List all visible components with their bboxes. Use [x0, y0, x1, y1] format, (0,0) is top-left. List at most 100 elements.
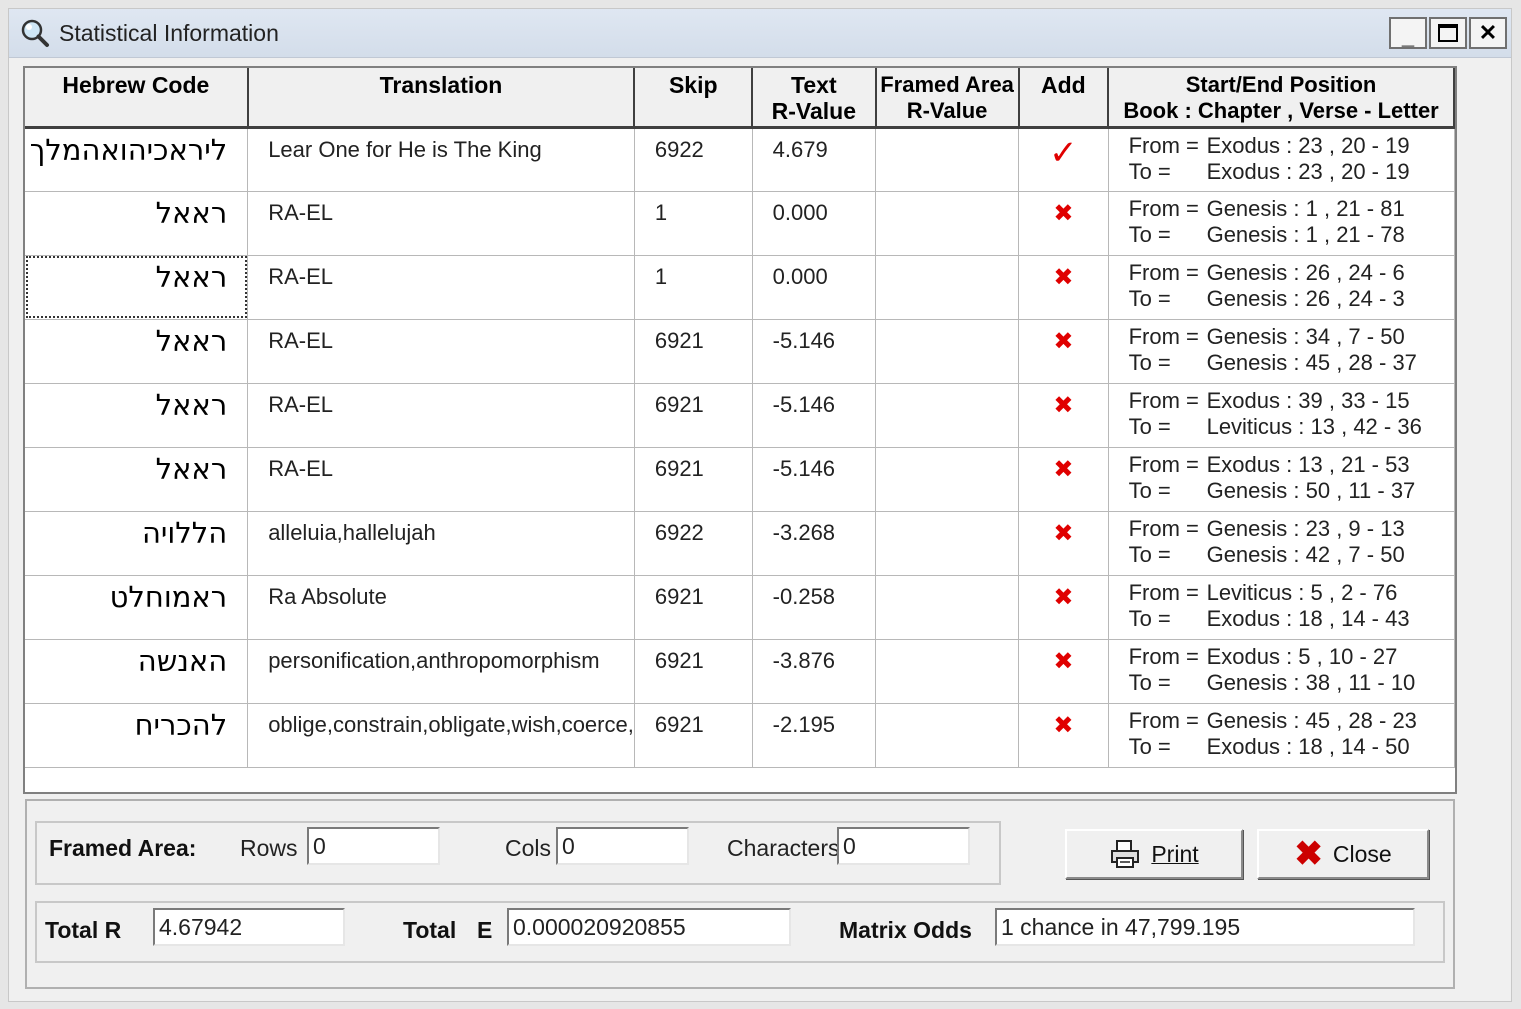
add-cell[interactable]: ✖ — [1018, 255, 1109, 320]
translation-cell[interactable]: alleluia,hallelujah — [247, 511, 635, 576]
framed-r-value-cell[interactable] — [875, 319, 1020, 384]
translation-cell[interactable]: Lear One for He is The King — [247, 127, 635, 192]
skip-cell[interactable]: 6921 — [634, 319, 753, 384]
position-cell[interactable]: From = Genesis : 23 , 9 - 13 To = Genesis :… — [1108, 511, 1455, 576]
position-cell[interactable]: From = Exodus : 39 , 33 - 15 To = Leviticus… — [1108, 383, 1455, 448]
skip-cell[interactable]: 6922 — [634, 511, 753, 576]
text-r-value-cell[interactable]: -5.146 — [752, 383, 877, 448]
hebrew-code-cell[interactable]: ראאל — [25, 319, 249, 384]
hebrew-code-cell[interactable]: ראאל — [25, 255, 249, 320]
matrix-odds-field[interactable]: 1 chance in 47,799.195 — [995, 908, 1415, 946]
col-header-framed-r-value[interactable]: Framed Area R-Value — [875, 68, 1020, 129]
add-cell[interactable]: ✖ — [1018, 703, 1109, 768]
table-row[interactable]: ראאל RA-EL 1 0.000 ✖ From = Genesis : 26 , 24 … — [25, 255, 1455, 320]
table-row[interactable]: ראאל RA-EL 6921 -5.146 ✖ From = Genesis : 34 ,… — [25, 319, 1455, 384]
add-cell[interactable]: ✖ — [1018, 191, 1109, 256]
col-header-add[interactable]: Add — [1018, 68, 1110, 129]
framed-r-value-cell[interactable] — [875, 191, 1020, 256]
position-cell[interactable]: From = Exodus : 23 , 20 - 19 To = Exodus : … — [1108, 127, 1455, 192]
position-cell[interactable]: From = Genesis : 34 , 7 - 50 To = Genesis :… — [1108, 319, 1455, 384]
skip-cell[interactable]: 6921 — [634, 447, 753, 512]
hebrew-code-cell[interactable]: ראאל — [25, 383, 249, 448]
framed-r-value-cell[interactable] — [875, 255, 1020, 320]
skip-cell[interactable]: 1 — [634, 255, 753, 320]
table-row[interactable]: ראמוחלט Ra Absolute 6921 -0.258 ✖ From = Levit… — [25, 575, 1455, 640]
translation-cell[interactable]: RA-EL — [247, 447, 635, 512]
position-cell[interactable]: From = Exodus : 13 , 21 - 53 To = Genesis :… — [1108, 447, 1455, 512]
close-button[interactable]: ✖ Close — [1257, 829, 1429, 879]
cross-icon[interactable]: ✖ — [1053, 328, 1073, 355]
col-header-translation[interactable]: Translation — [247, 68, 636, 129]
add-cell[interactable]: ✖ — [1018, 511, 1109, 576]
col-header-text-r-value[interactable]: Text R-Value — [752, 68, 877, 129]
skip-cell[interactable]: 6921 — [634, 639, 753, 704]
add-cell[interactable]: ✖ — [1018, 639, 1109, 704]
position-cell[interactable]: From = Genesis : 45 , 28 - 23 To = Exodus :… — [1108, 703, 1455, 768]
table-row[interactable]: ליראכיהואהמלך Lear One for He is The King… — [25, 127, 1455, 192]
translation-cell[interactable]: RA-EL — [247, 191, 635, 256]
translation-cell[interactable]: RA-EL — [247, 383, 635, 448]
cross-icon[interactable]: ✖ — [1053, 264, 1073, 291]
text-r-value-cell[interactable]: -5.146 — [752, 447, 877, 512]
hebrew-code-cell[interactable]: ראאל — [25, 447, 249, 512]
text-r-value-cell[interactable]: 4.679 — [752, 127, 877, 192]
print-button[interactable]: Print — [1065, 829, 1243, 879]
text-r-value-cell[interactable]: -3.876 — [752, 639, 877, 704]
text-r-value-cell[interactable]: -2.195 — [752, 703, 877, 768]
text-r-value-cell[interactable]: 0.000 — [752, 255, 877, 320]
translation-cell[interactable]: RA-EL — [247, 319, 635, 384]
cols-input[interactable]: 0 — [556, 827, 689, 865]
translation-cell[interactable]: personification,anthropomorphism — [247, 639, 635, 704]
position-cell[interactable]: From = Genesis : 1 , 21 - 81 To = Genesis :… — [1108, 191, 1455, 256]
table-row[interactable]: ראאל RA-EL 6921 -5.146 ✖ From = Exodus : 39 , … — [25, 383, 1455, 448]
cross-icon[interactable]: ✖ — [1053, 200, 1073, 227]
framed-r-value-cell[interactable] — [875, 639, 1020, 704]
col-header-position[interactable]: Start/End Position Book : Chapter , Verse… — [1108, 68, 1455, 129]
skip-cell[interactable]: 6921 — [634, 383, 753, 448]
cross-icon[interactable]: ✖ — [1053, 584, 1073, 611]
position-cell[interactable]: From = Exodus : 5 , 10 - 27 To = Genesis : … — [1108, 639, 1455, 704]
skip-cell[interactable]: 6921 — [634, 703, 753, 768]
skip-cell[interactable]: 6922 — [634, 127, 753, 192]
framed-r-value-cell[interactable] — [875, 447, 1020, 512]
table-row[interactable]: להכריח oblige,constrain,obligate,wish,coe… — [25, 703, 1455, 768]
cross-icon[interactable]: ✖ — [1053, 392, 1073, 419]
add-cell[interactable]: ✖ — [1018, 383, 1109, 448]
hebrew-code-cell[interactable]: ראמוחלט — [25, 575, 249, 640]
cross-icon[interactable]: ✖ — [1053, 520, 1073, 547]
add-cell[interactable]: ✓ — [1018, 127, 1109, 192]
framed-r-value-cell[interactable] — [875, 383, 1020, 448]
total-r-field[interactable]: 4.67942 — [153, 908, 345, 946]
cross-icon[interactable]: ✖ — [1053, 456, 1073, 483]
position-cell[interactable]: From = Leviticus : 5 , 2 - 76 To = Exodus :… — [1108, 575, 1455, 640]
translation-cell[interactable]: Ra Absolute — [247, 575, 635, 640]
table-row[interactable]: הללויה alleluia,hallelujah 6922 -3.268 ✖ From… — [25, 511, 1455, 576]
hebrew-code-cell[interactable]: ליראכיהואהמלך — [25, 127, 249, 192]
total-e-field[interactable]: 0.000020920855 — [507, 908, 791, 946]
skip-cell[interactable]: 6921 — [634, 575, 753, 640]
framed-r-value-cell[interactable] — [875, 511, 1020, 576]
text-r-value-cell[interactable]: -0.258 — [752, 575, 877, 640]
maximize-button[interactable] — [1429, 17, 1467, 49]
add-cell[interactable]: ✖ — [1018, 447, 1109, 512]
framed-r-value-cell[interactable] — [875, 127, 1020, 192]
skip-cell[interactable]: 1 — [634, 191, 753, 256]
title-bar[interactable]: Statistical Information _ ✕ — [9, 9, 1511, 58]
hebrew-code-cell[interactable]: הללויה — [25, 511, 249, 576]
checkmark-icon[interactable]: ✓ — [1049, 134, 1078, 172]
position-cell[interactable]: From = Genesis : 26 , 24 - 6 To = Genesis :… — [1108, 255, 1455, 320]
hebrew-code-cell[interactable]: להכריח — [25, 703, 249, 768]
table-row[interactable]: ראאל RA-EL 6921 -5.146 ✖ From = Exodus : 13 , … — [25, 447, 1455, 512]
table-row[interactable]: ראאל RA-EL 1 0.000 ✖ From = Genesis : 1 , 21 -… — [25, 191, 1455, 256]
framed-r-value-cell[interactable] — [875, 703, 1020, 768]
text-r-value-cell[interactable]: 0.000 — [752, 191, 877, 256]
results-table[interactable]: Hebrew Code Translation Skip Text R-Value… — [23, 66, 1457, 794]
window-close-button[interactable]: ✕ — [1469, 17, 1507, 49]
cross-icon[interactable]: ✖ — [1053, 712, 1073, 739]
text-r-value-cell[interactable]: -3.268 — [752, 511, 877, 576]
text-r-value-cell[interactable]: -5.146 — [752, 319, 877, 384]
add-cell[interactable]: ✖ — [1018, 319, 1109, 384]
col-header-skip[interactable]: Skip — [634, 68, 754, 129]
hebrew-code-cell[interactable]: ראאל — [25, 191, 249, 256]
framed-r-value-cell[interactable] — [875, 575, 1020, 640]
